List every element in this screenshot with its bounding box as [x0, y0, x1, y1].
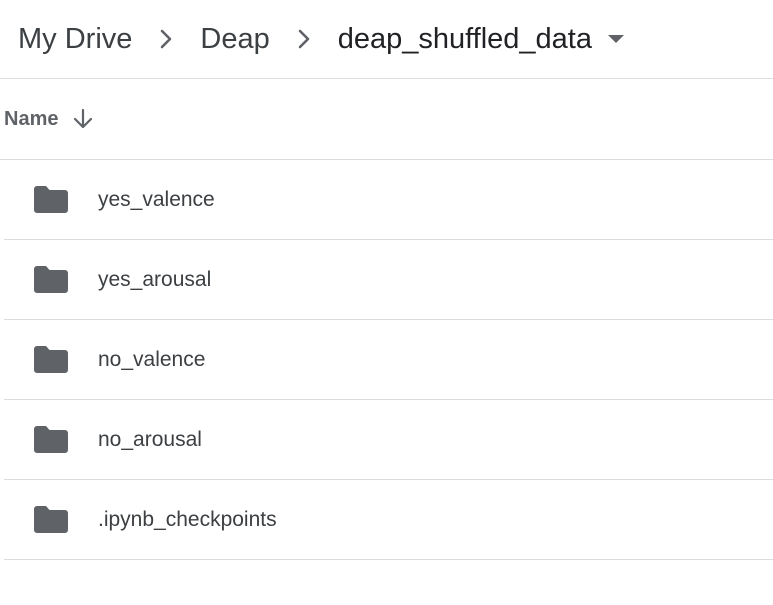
chevron-right-icon [132, 19, 200, 59]
arrow-down-icon [74, 108, 93, 129]
chevron-right-icon [270, 19, 338, 59]
folder-icon [33, 346, 69, 374]
list-item[interactable]: yes_arousal [4, 240, 773, 320]
list-item[interactable]: yes_valence [4, 160, 773, 240]
folder-icon [33, 506, 69, 534]
caret-down-icon [607, 35, 624, 43]
name-column-header[interactable]: Name [4, 108, 58, 131]
file-name: yes_valence [98, 187, 215, 211]
breadcrumb-item-my-drive[interactable]: My Drive [18, 24, 132, 54]
list-item[interactable]: no_valence [4, 320, 773, 400]
folder-icon [33, 426, 69, 454]
file-list: yes_valence yes_arousal no_valence no_ar… [4, 160, 773, 560]
breadcrumb-item-deap[interactable]: Deap [200, 24, 269, 54]
file-name: no_valence [98, 347, 206, 371]
list-header: Name [0, 79, 773, 159]
file-name: yes_arousal [98, 267, 212, 291]
list-item[interactable]: .ipynb_checkpoints [4, 480, 773, 560]
folder-icon [33, 186, 69, 214]
file-name: no_arousal [98, 427, 202, 451]
folder-icon [33, 266, 69, 294]
file-name: .ipynb_checkpoints [98, 507, 277, 531]
breadcrumb: My Drive Deap deap_shuffled_data [0, 0, 773, 78]
sort-direction-button[interactable] [68, 104, 98, 134]
list-item[interactable]: no_arousal [4, 400, 773, 480]
breadcrumb-item-current-folder[interactable]: deap_shuffled_data [338, 24, 592, 54]
folder-menu-dropdown[interactable] [592, 19, 640, 59]
